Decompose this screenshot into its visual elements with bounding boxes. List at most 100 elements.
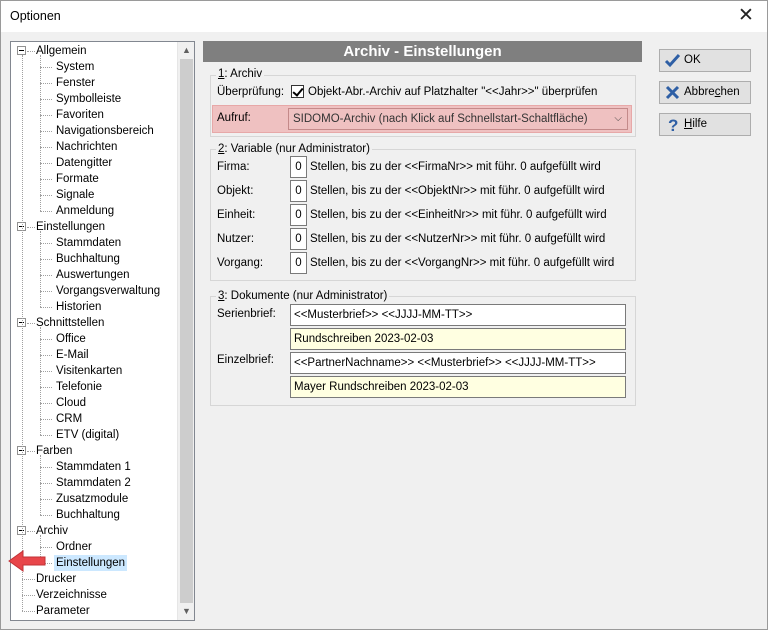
tree-item[interactable]: Favoriten bbox=[54, 107, 106, 123]
tree-line bbox=[40, 231, 41, 307]
tree-collapse-icon[interactable] bbox=[17, 46, 26, 55]
tree-line bbox=[40, 355, 52, 356]
variable-label: Firma: bbox=[217, 161, 250, 173]
tree-line bbox=[40, 147, 52, 148]
tree-item[interactable]: Ordner bbox=[54, 539, 94, 555]
tree-leaf[interactable]: Drucker bbox=[36, 571, 76, 587]
check-label: Überprüfung: bbox=[217, 86, 285, 98]
scroll-thumb[interactable] bbox=[180, 59, 193, 603]
tree-item[interactable]: Datengitter bbox=[54, 155, 114, 171]
tree-line bbox=[22, 595, 35, 596]
variable-digits-input[interactable]: 0 bbox=[290, 156, 307, 178]
tree-line bbox=[27, 323, 35, 324]
tree-item[interactable]: Vorgangsverwaltung bbox=[54, 283, 162, 299]
tree-item[interactable]: E-Mail bbox=[54, 347, 91, 363]
tree-item[interactable]: Stammdaten 2 bbox=[54, 475, 133, 491]
tree-item[interactable]: Stammdaten bbox=[54, 235, 123, 251]
tree-line bbox=[40, 455, 41, 515]
pointer-arrow-icon bbox=[8, 550, 46, 572]
variable-label: Vorgang: bbox=[217, 257, 264, 269]
tree-item[interactable]: Cloud bbox=[54, 395, 88, 411]
tree-item[interactable]: Einstellungen bbox=[54, 555, 128, 571]
tree-item[interactable]: Visitenkarten bbox=[54, 363, 124, 379]
tree-item[interactable]: ETV (digital) bbox=[54, 427, 121, 443]
tree-line bbox=[40, 83, 52, 84]
variable-label: Nutzer: bbox=[217, 233, 255, 245]
tree-line bbox=[27, 51, 35, 52]
tree-line bbox=[40, 99, 52, 100]
tree-leaf[interactable]: Verzeichnisse bbox=[36, 587, 107, 603]
scroll-down-icon[interactable]: ▼ bbox=[178, 603, 194, 620]
tree-line bbox=[40, 419, 52, 420]
tree-item[interactable]: Historien bbox=[54, 299, 103, 315]
tree-scrollbar[interactable]: ▲ ▼ bbox=[177, 42, 194, 620]
tree-line bbox=[40, 195, 52, 196]
tree-item[interactable]: CRM bbox=[54, 411, 84, 427]
archive-check-text[interactable]: Objekt-Abr.-Archiv auf Platzhalter "<<Ja… bbox=[308, 86, 597, 98]
tree-item[interactable]: Formate bbox=[54, 171, 101, 187]
cancel-button[interactable]: Abbrechen bbox=[659, 81, 751, 104]
variable-digits-input[interactable]: 0 bbox=[290, 204, 307, 226]
tree-item[interactable]: Telefonie bbox=[54, 379, 104, 395]
tree-item[interactable]: Stammdaten 1 bbox=[54, 459, 133, 475]
panel-header: Archiv - Einstellungen bbox=[203, 41, 642, 62]
ok-button[interactable]: OK bbox=[659, 49, 751, 72]
tree-line bbox=[27, 531, 35, 532]
tree-line bbox=[40, 275, 52, 276]
ok-button-label: OK bbox=[684, 54, 701, 66]
variable-description: Stellen, bis zu der <<EinheitNr>> mit fü… bbox=[310, 209, 607, 221]
variable-group-label: 2: Variable (nur Administrator) bbox=[216, 143, 372, 155]
tree-item[interactable]: Zusatzmodule bbox=[54, 491, 130, 507]
tree-item[interactable]: Navigationsbereich bbox=[54, 123, 156, 139]
aufruf-label: Aufruf: bbox=[217, 112, 251, 124]
dokumente-group-label: 3: Dokumente (nur Administrator) bbox=[216, 290, 390, 302]
serienbrief-preview: Rundschreiben 2023-02-03 bbox=[290, 328, 626, 350]
tree-line bbox=[40, 387, 52, 388]
options-dialog: Optionen ✕ Allgemein System Fenster Symboll… bbox=[0, 0, 768, 630]
tree-group[interactable]: Farben bbox=[36, 443, 72, 459]
archiv-group-label: 1: Archiv bbox=[216, 68, 265, 80]
tree-item[interactable]: Anmeldung bbox=[54, 203, 116, 219]
einzelbrief-input[interactable]: <<PartnerNachname>> <<Musterbrief>> <<JJ… bbox=[290, 352, 626, 374]
variable-digits-input[interactable]: 0 bbox=[290, 228, 307, 250]
close-button[interactable]: ✕ bbox=[733, 4, 759, 28]
serienbrief-input[interactable]: <<Musterbrief>> <<JJJJ-MM-TT>> bbox=[290, 304, 626, 326]
aufruf-select[interactable]: SIDOMO-Archiv (nach Klick auf Schnellsta… bbox=[288, 108, 628, 130]
variable-digits-input[interactable]: 0 bbox=[290, 252, 307, 274]
tree-line bbox=[40, 327, 41, 435]
help-button-label: Hilfe bbox=[684, 118, 708, 130]
variable-description: Stellen, bis zu der <<NutzerNr>> mit füh… bbox=[310, 233, 606, 245]
chevron-down-icon[interactable]: ⌵ bbox=[614, 109, 622, 129]
variable-description: Stellen, bis zu der <<VorgangNr>> mit fü… bbox=[310, 257, 615, 269]
tree-item[interactable]: System bbox=[54, 59, 96, 75]
tree-item[interactable]: Fenster bbox=[54, 75, 97, 91]
tree-group[interactable]: Allgemein bbox=[36, 43, 87, 59]
question-icon: ? bbox=[668, 116, 678, 133]
options-tree[interactable]: Allgemein System Fenster Symbolleiste Favori… bbox=[10, 41, 195, 621]
archive-check-checkbox[interactable] bbox=[291, 85, 304, 98]
tree-line bbox=[40, 403, 52, 404]
tree-item[interactable]: Office bbox=[54, 331, 88, 347]
check-icon bbox=[664, 53, 681, 68]
serienbrief-label: Serienbrief: bbox=[217, 308, 276, 320]
tree-line bbox=[22, 55, 23, 611]
tree-group[interactable]: Einstellungen bbox=[36, 219, 105, 235]
tree-item[interactable]: Symbolleiste bbox=[54, 91, 123, 107]
tree-item[interactable]: Buchhaltung bbox=[54, 251, 122, 267]
variable-description: Stellen, bis zu der <<FirmaNr>> mit führ… bbox=[310, 161, 601, 173]
tree-item[interactable]: Buchhaltung bbox=[54, 507, 122, 523]
tree-group[interactable]: Schnittstellen bbox=[36, 315, 104, 331]
help-button[interactable]: ? Hilfe bbox=[659, 113, 751, 136]
scroll-up-icon[interactable]: ▲ bbox=[178, 42, 194, 59]
tree-line bbox=[40, 243, 52, 244]
variable-digits-input[interactable]: 0 bbox=[290, 180, 307, 202]
tree-line bbox=[40, 547, 52, 548]
tree-item[interactable]: Nachrichten bbox=[54, 139, 119, 155]
tree-item[interactable]: Auswertungen bbox=[54, 267, 132, 283]
tree-line bbox=[40, 515, 52, 516]
tree-line bbox=[40, 259, 52, 260]
tree-line bbox=[22, 611, 35, 612]
tree-item[interactable]: Signale bbox=[54, 187, 96, 203]
tree-leaf[interactable]: Parameter bbox=[36, 603, 90, 619]
tree-line bbox=[27, 451, 35, 452]
